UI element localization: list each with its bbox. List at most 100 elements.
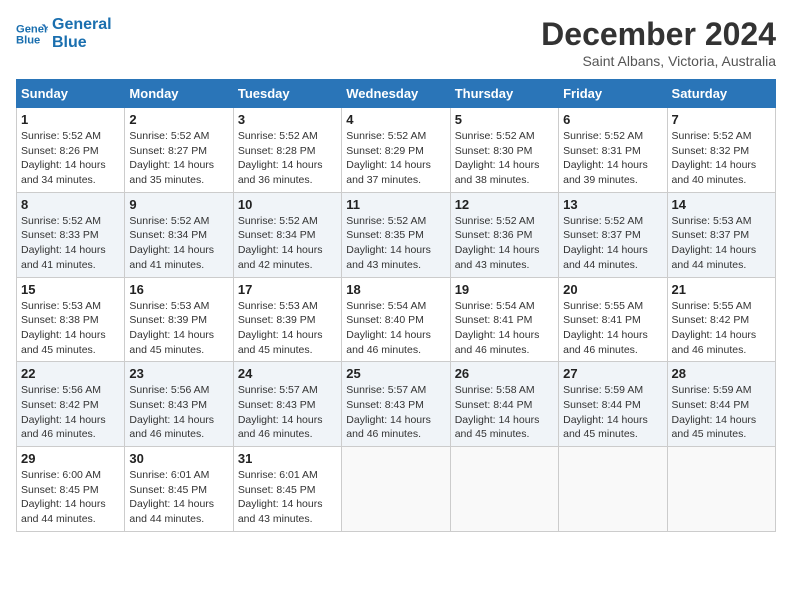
day-info: Sunrise: 5:52 AM Sunset: 8:35 PM Dayligh…	[346, 214, 445, 273]
column-header-monday: Monday	[125, 80, 233, 108]
day-info: Sunrise: 5:59 AM Sunset: 8:44 PM Dayligh…	[563, 383, 662, 442]
day-number: 12	[455, 197, 554, 212]
calendar-cell: 7 Sunrise: 5:52 AM Sunset: 8:32 PM Daylig…	[667, 108, 775, 193]
column-header-saturday: Saturday	[667, 80, 775, 108]
day-number: 6	[563, 112, 662, 127]
day-number: 11	[346, 197, 445, 212]
day-number: 28	[672, 366, 771, 381]
day-number: 4	[346, 112, 445, 127]
calendar-cell: 11 Sunrise: 5:52 AM Sunset: 8:35 PM Dayli…	[342, 192, 450, 277]
day-number: 27	[563, 366, 662, 381]
logo-text: GeneralBlue	[52, 16, 112, 51]
day-info: Sunrise: 6:01 AM Sunset: 8:45 PM Dayligh…	[129, 468, 228, 527]
week-row-3: 15 Sunrise: 5:53 AM Sunset: 8:38 PM Dayli…	[17, 277, 776, 362]
calendar-cell	[450, 447, 558, 532]
day-number: 14	[672, 197, 771, 212]
day-info: Sunrise: 5:52 AM Sunset: 8:29 PM Dayligh…	[346, 129, 445, 188]
svg-text:Blue: Blue	[16, 34, 40, 46]
calendar-cell: 25 Sunrise: 5:57 AM Sunset: 8:43 PM Dayli…	[342, 362, 450, 447]
calendar-cell: 1Sunrise: 5:52 AM Sunset: 8:26 PM Daylig…	[17, 108, 125, 193]
calendar-cell: 9 Sunrise: 5:52 AM Sunset: 8:34 PM Daylig…	[125, 192, 233, 277]
day-info: Sunrise: 5:53 AM Sunset: 8:39 PM Dayligh…	[129, 299, 228, 358]
calendar-cell: 10Sunrise: 5:52 AM Sunset: 8:34 PM Dayli…	[233, 192, 341, 277]
calendar-cell	[667, 447, 775, 532]
day-number: 1	[21, 112, 120, 127]
day-number: 20	[563, 282, 662, 297]
calendar-cell: 2 Sunrise: 5:52 AM Sunset: 8:27 PM Daylig…	[125, 108, 233, 193]
calendar-cell: 3 Sunrise: 5:52 AM Sunset: 8:28 PM Daylig…	[233, 108, 341, 193]
day-info: Sunrise: 5:52 AM Sunset: 8:28 PM Dayligh…	[238, 129, 337, 188]
calendar-cell: 6Sunrise: 5:52 AM Sunset: 8:31 PM Daylig…	[559, 108, 667, 193]
calendar-cell: 26 Sunrise: 5:58 AM Sunset: 8:44 PM Dayli…	[450, 362, 558, 447]
day-info: Sunrise: 5:53 AM Sunset: 8:38 PM Dayligh…	[21, 299, 120, 358]
day-number: 26	[455, 366, 554, 381]
location-subtitle: Saint Albans, Victoria, Australia	[541, 53, 776, 69]
day-info: Sunrise: 5:58 AM Sunset: 8:44 PM Dayligh…	[455, 383, 554, 442]
day-number: 15	[21, 282, 120, 297]
day-number: 9	[129, 197, 228, 212]
day-info: Sunrise: 5:52 AM Sunset: 8:34 PM Dayligh…	[238, 214, 337, 273]
calendar-cell: 18 Sunrise: 5:54 AM Sunset: 8:40 PM Dayli…	[342, 277, 450, 362]
calendar-cell: 8 Sunrise: 5:52 AM Sunset: 8:33 PM Daylig…	[17, 192, 125, 277]
month-title: December 2024	[541, 16, 776, 53]
day-number: 13	[563, 197, 662, 212]
day-info: Sunrise: 5:57 AM Sunset: 8:43 PM Dayligh…	[346, 383, 445, 442]
day-number: 25	[346, 366, 445, 381]
day-number: 7	[672, 112, 771, 127]
day-info: Sunrise: 5:52 AM Sunset: 8:30 PM Dayligh…	[455, 129, 554, 188]
day-info: Sunrise: 5:56 AM Sunset: 8:42 PM Dayligh…	[21, 383, 120, 442]
calendar-cell	[342, 447, 450, 532]
day-info: Sunrise: 5:52 AM Sunset: 8:27 PM Dayligh…	[129, 129, 228, 188]
day-info: Sunrise: 5:57 AM Sunset: 8:43 PM Dayligh…	[238, 383, 337, 442]
calendar-cell: 5 Sunrise: 5:52 AM Sunset: 8:30 PM Daylig…	[450, 108, 558, 193]
calendar-cell: 15 Sunrise: 5:53 AM Sunset: 8:38 PM Dayli…	[17, 277, 125, 362]
calendar-cell: 14 Sunrise: 5:53 AM Sunset: 8:37 PM Dayli…	[667, 192, 775, 277]
day-info: Sunrise: 5:53 AM Sunset: 8:39 PM Dayligh…	[238, 299, 337, 358]
calendar-table: SundayMondayTuesdayWednesdayThursdayFrid…	[16, 79, 776, 532]
calendar-cell: 28 Sunrise: 5:59 AM Sunset: 8:44 PM Dayli…	[667, 362, 775, 447]
calendar-cell: 17 Sunrise: 5:53 AM Sunset: 8:39 PM Dayli…	[233, 277, 341, 362]
week-row-2: 8 Sunrise: 5:52 AM Sunset: 8:33 PM Daylig…	[17, 192, 776, 277]
day-number: 18	[346, 282, 445, 297]
calendar-cell: 31Sunrise: 6:01 AM Sunset: 8:45 PM Dayli…	[233, 447, 341, 532]
calendar-cell: 4 Sunrise: 5:52 AM Sunset: 8:29 PM Daylig…	[342, 108, 450, 193]
calendar-cell: 24Sunrise: 5:57 AM Sunset: 8:43 PM Dayli…	[233, 362, 341, 447]
calendar-cell: 20 Sunrise: 5:55 AM Sunset: 8:41 PM Dayli…	[559, 277, 667, 362]
day-info: Sunrise: 5:54 AM Sunset: 8:41 PM Dayligh…	[455, 299, 554, 358]
day-number: 3	[238, 112, 337, 127]
day-info: Sunrise: 5:53 AM Sunset: 8:37 PM Dayligh…	[672, 214, 771, 273]
day-number: 22	[21, 366, 120, 381]
column-header-sunday: Sunday	[17, 80, 125, 108]
calendar-cell: 16Sunrise: 5:53 AM Sunset: 8:39 PM Dayli…	[125, 277, 233, 362]
day-info: Sunrise: 5:52 AM Sunset: 8:33 PM Dayligh…	[21, 214, 120, 273]
calendar-cell: 30 Sunrise: 6:01 AM Sunset: 8:45 PM Dayli…	[125, 447, 233, 532]
title-block: December 2024 Saint Albans, Victoria, Au…	[541, 16, 776, 69]
day-number: 2	[129, 112, 228, 127]
day-info: Sunrise: 5:52 AM Sunset: 8:36 PM Dayligh…	[455, 214, 554, 273]
week-row-5: 29Sunrise: 6:00 AM Sunset: 8:45 PM Dayli…	[17, 447, 776, 532]
day-info: Sunrise: 5:52 AM Sunset: 8:34 PM Dayligh…	[129, 214, 228, 273]
calendar-cell: 12 Sunrise: 5:52 AM Sunset: 8:36 PM Dayli…	[450, 192, 558, 277]
column-header-friday: Friday	[559, 80, 667, 108]
day-info: Sunrise: 5:52 AM Sunset: 8:32 PM Dayligh…	[672, 129, 771, 188]
day-info: Sunrise: 5:55 AM Sunset: 8:41 PM Dayligh…	[563, 299, 662, 358]
day-info: Sunrise: 6:01 AM Sunset: 8:45 PM Dayligh…	[238, 468, 337, 527]
day-info: Sunrise: 5:56 AM Sunset: 8:43 PM Dayligh…	[129, 383, 228, 442]
day-number: 30	[129, 451, 228, 466]
day-number: 17	[238, 282, 337, 297]
calendar-cell: 19 Sunrise: 5:54 AM Sunset: 8:41 PM Dayli…	[450, 277, 558, 362]
day-number: 21	[672, 282, 771, 297]
column-header-tuesday: Tuesday	[233, 80, 341, 108]
page-header: General Blue GeneralBlue December 2024 S…	[16, 16, 776, 69]
calendar-cell: 23 Sunrise: 5:56 AM Sunset: 8:43 PM Dayli…	[125, 362, 233, 447]
day-number: 19	[455, 282, 554, 297]
calendar-header-row: SundayMondayTuesdayWednesdayThursdayFrid…	[17, 80, 776, 108]
logo: General Blue GeneralBlue	[16, 16, 112, 51]
day-info: Sunrise: 5:54 AM Sunset: 8:40 PM Dayligh…	[346, 299, 445, 358]
calendar-cell	[559, 447, 667, 532]
day-number: 23	[129, 366, 228, 381]
column-header-wednesday: Wednesday	[342, 80, 450, 108]
day-number: 8	[21, 197, 120, 212]
day-number: 5	[455, 112, 554, 127]
day-info: Sunrise: 5:59 AM Sunset: 8:44 PM Dayligh…	[672, 383, 771, 442]
